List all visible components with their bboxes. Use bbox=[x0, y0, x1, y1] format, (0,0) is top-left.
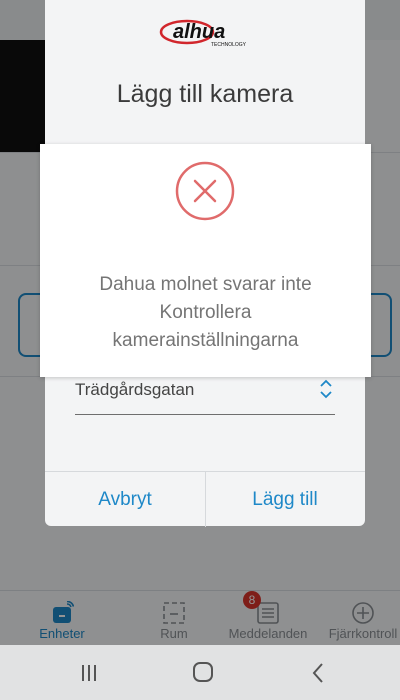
system-navigation-bar bbox=[0, 645, 400, 700]
error-dialog: Dahua molnet svarar inte Kontrollera kam… bbox=[40, 144, 371, 377]
dialog-message: Dahua molnet svarar inte Kontrollera kam… bbox=[60, 271, 351, 355]
dialog-message-line: Kontrollera bbox=[159, 302, 252, 323]
back-icon[interactable] bbox=[304, 659, 334, 687]
sheet-actions: Avbryt Lägg till bbox=[45, 471, 365, 527]
cancel-button[interactable]: Avbryt bbox=[45, 472, 205, 527]
chevron-up-down-icon bbox=[320, 379, 332, 399]
dahua-logo: alhua TECHNOLOGY bbox=[159, 19, 247, 48]
add-button[interactable]: Lägg till bbox=[205, 472, 365, 527]
error-x-circle-icon bbox=[175, 161, 235, 221]
home-icon[interactable] bbox=[188, 659, 218, 687]
dialog-message-line: kamerainställningarna bbox=[112, 330, 299, 351]
recent-apps-icon[interactable] bbox=[74, 659, 104, 687]
location-value: Trädgårdsgatan bbox=[75, 380, 195, 399]
svg-text:alhua: alhua bbox=[173, 21, 225, 43]
sheet-title: Lägg till kamera bbox=[116, 80, 294, 108]
location-select[interactable]: Trädgårdsgatan bbox=[75, 376, 335, 415]
dialog-message-line: Dahua molnet svarar inte bbox=[99, 274, 312, 295]
svg-text:TECHNOLOGY: TECHNOLOGY bbox=[211, 42, 247, 48]
